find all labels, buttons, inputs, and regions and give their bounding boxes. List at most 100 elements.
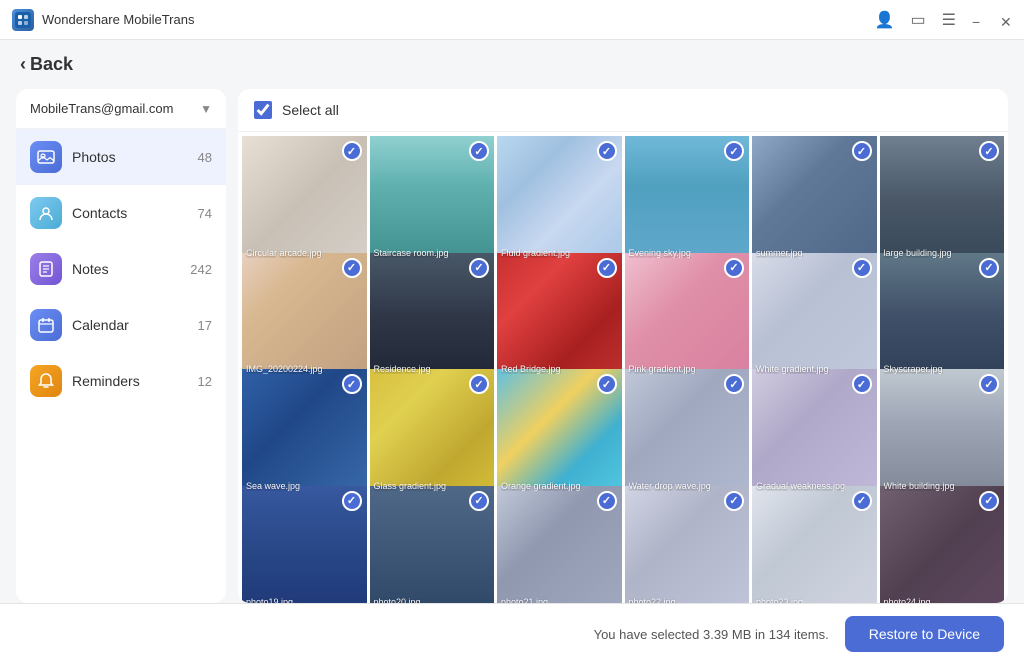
window-icon[interactable]: ▭ — [911, 10, 926, 30]
sidebar-item-photos[interactable]: Photos 48 — [16, 129, 226, 185]
photo-label-19: photo20.jpg — [374, 597, 421, 603]
sidebar-photos-label: Photos — [72, 149, 188, 165]
check-badge-22 — [852, 491, 872, 511]
photo-cell-3[interactable]: Evening sky.jpg — [625, 136, 750, 261]
check-badge-2 — [597, 141, 617, 161]
photo-cell-17[interactable]: White building.jpg — [880, 369, 1005, 494]
photo-cell-14[interactable]: Orange gradient.jpg — [497, 369, 622, 494]
check-badge-15 — [724, 374, 744, 394]
minimize-button[interactable]: − — [972, 14, 984, 26]
photo-cell-7[interactable]: Residence.jpg — [370, 253, 495, 378]
photo-cell-22[interactable]: photo23.jpg — [752, 486, 877, 604]
check-badge-18 — [342, 491, 362, 511]
photos-icon — [30, 141, 62, 173]
photo-label-13: Glass gradient.jpg — [374, 481, 447, 491]
photo-cell-5[interactable]: large building.jpg — [880, 136, 1005, 261]
content-area: MobileTrans@gmail.com ▼ Photos 48 — [0, 89, 1024, 603]
check-badge-9 — [724, 258, 744, 278]
sidebar-item-contacts[interactable]: Contacts 74 — [16, 185, 226, 241]
sidebar-item-reminders[interactable]: Reminders 12 — [16, 353, 226, 409]
app-icon — [12, 9, 34, 31]
photo-label-7: Residence.jpg — [374, 364, 431, 374]
check-badge-1 — [469, 141, 489, 161]
sidebar: MobileTrans@gmail.com ▼ Photos 48 — [16, 89, 226, 603]
check-badge-17 — [979, 374, 999, 394]
footer-info: You have selected 3.39 MB in 134 items. — [594, 627, 829, 642]
check-badge-10 — [852, 258, 872, 278]
photo-cell-21[interactable]: photo22.jpg — [625, 486, 750, 604]
dropdown-arrow-icon: ▼ — [200, 102, 212, 116]
close-button[interactable]: ✕ — [1000, 14, 1012, 26]
photo-label-23: photo24.jpg — [884, 597, 931, 603]
select-all-checkbox[interactable] — [254, 101, 272, 119]
sidebar-contacts-count: 74 — [198, 206, 212, 221]
photo-label-17: White building.jpg — [884, 481, 955, 491]
account-name: MobileTrans@gmail.com — [30, 101, 173, 116]
photo-label-22: photo23.jpg — [756, 597, 803, 603]
photo-area: Select all Circular arcade.jpg Staircase… — [238, 89, 1008, 603]
main-container: ‹ Back MobileTrans@gmail.com ▼ Photos — [0, 40, 1024, 664]
menu-icon[interactable]: ☰ — [942, 10, 956, 30]
check-badge-11 — [979, 258, 999, 278]
photo-cell-9[interactable]: Pink gradient.jpg — [625, 253, 750, 378]
photo-cell-10[interactable]: White gradient.jpg — [752, 253, 877, 378]
footer: You have selected 3.39 MB in 134 items. … — [0, 603, 1024, 664]
sidebar-calendar-count: 17 — [198, 318, 212, 333]
photo-label-4: summer.jpg — [756, 248, 803, 258]
sidebar-notes-label: Notes — [72, 261, 180, 277]
photo-label-14: Orange gradient.jpg — [501, 481, 581, 491]
check-badge-21 — [724, 491, 744, 511]
photo-cell-6[interactable]: IMG_20200224.jpg — [242, 253, 367, 378]
photo-label-18: photo19.jpg — [246, 597, 293, 603]
check-badge-7 — [469, 258, 489, 278]
sidebar-contacts-label: Contacts — [72, 205, 188, 221]
photo-cell-20[interactable]: photo21.jpg — [497, 486, 622, 604]
photo-label-2: Fluid gradient.jpg — [501, 248, 570, 258]
profile-icon[interactable]: 👤 — [875, 10, 895, 30]
back-chevron-icon: ‹ — [20, 54, 26, 75]
photo-cell-8[interactable]: Red Bridge.jpg — [497, 253, 622, 378]
photo-cell-23[interactable]: photo24.jpg — [880, 486, 1005, 604]
check-badge-13 — [469, 374, 489, 394]
titlebar: Wondershare MobileTrans 👤 ▭ ☰ − ✕ — [0, 0, 1024, 40]
photo-cell-18[interactable]: photo19.jpg — [242, 486, 367, 604]
photo-label-12: Sea wave.jpg — [246, 481, 300, 491]
app-title: Wondershare MobileTrans — [42, 12, 194, 27]
check-badge-3 — [724, 141, 744, 161]
check-badge-8 — [597, 258, 617, 278]
calendar-icon — [30, 309, 62, 341]
photo-cell-13[interactable]: Glass gradient.jpg — [370, 369, 495, 494]
photo-cell-4[interactable]: summer.jpg — [752, 136, 877, 261]
photo-cell-0[interactable]: Circular arcade.jpg — [242, 136, 367, 261]
photo-cell-2[interactable]: Fluid gradient.jpg — [497, 136, 622, 261]
account-selector[interactable]: MobileTrans@gmail.com ▼ — [16, 89, 226, 129]
photo-cell-1[interactable]: Staircase room.jpg — [370, 136, 495, 261]
back-button[interactable]: ‹ Back — [20, 54, 1004, 75]
photo-cell-19[interactable]: photo20.jpg — [370, 486, 495, 604]
sidebar-calendar-label: Calendar — [72, 317, 188, 333]
sidebar-photos-count: 48 — [198, 150, 212, 165]
check-badge-20 — [597, 491, 617, 511]
notes-icon — [30, 253, 62, 285]
photo-label-3: Evening sky.jpg — [629, 248, 691, 258]
photo-label-9: Pink gradient.jpg — [629, 364, 696, 374]
photo-cell-12[interactable]: Sea wave.jpg — [242, 369, 367, 494]
photo-label-20: photo21.jpg — [501, 597, 548, 603]
sidebar-reminders-count: 12 — [198, 374, 212, 389]
photo-cell-11[interactable]: Skyscraper.jpg — [880, 253, 1005, 378]
photo-label-8: Red Bridge.jpg — [501, 364, 561, 374]
check-badge-4 — [852, 141, 872, 161]
sidebar-item-notes[interactable]: Notes 242 — [16, 241, 226, 297]
check-badge-0 — [342, 141, 362, 161]
check-badge-16 — [852, 374, 872, 394]
contacts-icon — [30, 197, 62, 229]
photo-cell-16[interactable]: Gradual weakness.jpg — [752, 369, 877, 494]
back-label: Back — [30, 54, 73, 75]
restore-to-device-button[interactable]: Restore to Device — [845, 616, 1004, 652]
photo-label-1: Staircase room.jpg — [374, 248, 449, 258]
photo-label-5: large building.jpg — [884, 248, 952, 258]
photo-cell-15[interactable]: Water drop wave.jpg — [625, 369, 750, 494]
sidebar-item-calendar[interactable]: Calendar 17 — [16, 297, 226, 353]
check-badge-6 — [342, 258, 362, 278]
photo-label-10: White gradient.jpg — [756, 364, 829, 374]
